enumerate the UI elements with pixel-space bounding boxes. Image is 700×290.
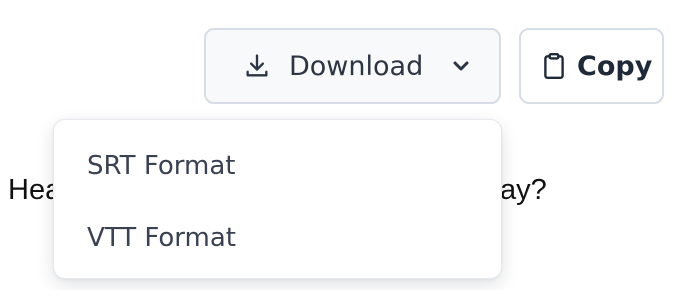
menu-item-vtt-format[interactable]: VTT Format xyxy=(54,202,501,274)
copy-button[interactable]: Copy xyxy=(519,28,664,104)
menu-item-srt-format[interactable]: SRT Format xyxy=(54,130,501,202)
download-button-label: Download xyxy=(289,50,424,82)
clipboard-icon xyxy=(541,52,567,80)
download-icon xyxy=(243,52,271,80)
action-toolbar: Download Copy xyxy=(204,28,664,104)
page-canvas: Hea ay? Download Copy SRT Format VTT For… xyxy=(0,0,700,290)
download-format-menu: SRT Format VTT Format xyxy=(53,119,502,279)
transcript-text-fragment-right: ay? xyxy=(500,174,547,206)
download-button[interactable]: Download xyxy=(204,28,501,104)
chevron-down-icon xyxy=(449,54,473,78)
copy-button-label: Copy xyxy=(577,50,653,82)
